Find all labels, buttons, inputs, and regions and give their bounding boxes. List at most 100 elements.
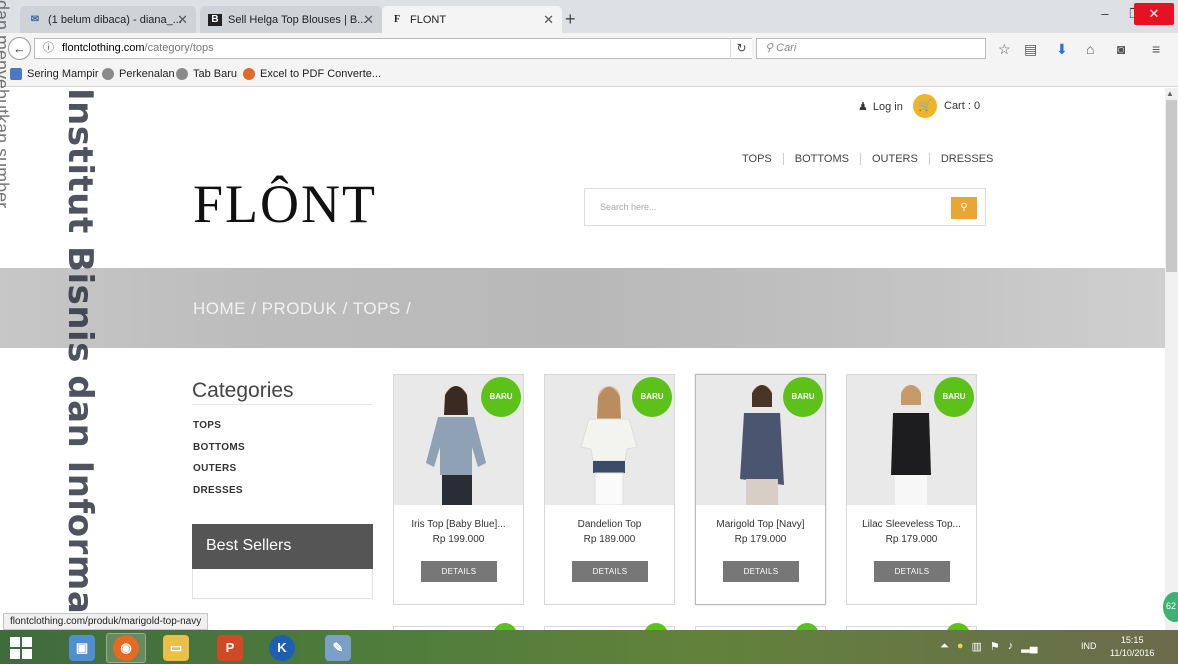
taskbar-app-media[interactable]: ▣ [62, 633, 102, 663]
category-dresses[interactable]: DRESSES [193, 485, 243, 496]
cart-icon[interactable]: 🛒 [913, 94, 937, 118]
main-nav: TOPS BOTTOMS OUTERS DRESSES [742, 153, 1004, 165]
watermark-text: Institut Bisnis dan Informatika [60, 88, 100, 664]
bookmark-sering-mampir[interactable]: Sering Mampir [10, 68, 99, 80]
bookmarks-bar: Sering Mampir Perkenalan Tab Baru Excel … [0, 63, 1178, 87]
product-card[interactable]: BARU Marigold Top [Navy] Rp 179.000 DETA… [695, 374, 826, 605]
status-bar-url: flontclothing.com/produk/marigold-top-na… [3, 613, 209, 630]
bookmark-excel-to-pdf[interactable]: Excel to PDF Converte... [243, 68, 381, 80]
firefox-icon: ◉ [113, 635, 139, 661]
new-badge-partial [493, 623, 517, 630]
browser-tab-flont[interactable]: F FLONT ✕ [382, 6, 562, 33]
browser-tab-bar: ✉ (1 belum dibaca) - diana_... ✕ B Sell … [0, 0, 1178, 33]
new-badge: BARU [783, 377, 823, 417]
network-icon[interactable]: ▥ [971, 640, 981, 653]
product-card[interactable]: BARU Dandelion Top Rp 189.000 DETAILS [544, 374, 675, 605]
browser-tab-mail[interactable]: ✉ (1 belum dibaca) - diana_... ✕ [20, 6, 196, 33]
taskbar-app-k[interactable]: K [262, 633, 302, 663]
product-name[interactable]: Iris Top [Baby Blue]... [394, 519, 523, 530]
product-image[interactable]: BARU [847, 375, 976, 505]
taskbar-app-explorer[interactable]: ▭ [156, 633, 196, 663]
categories-title: Categories [192, 379, 294, 402]
close-icon[interactable]: ✕ [543, 12, 554, 28]
product-price: Rp 189.000 [583, 534, 636, 545]
product-name[interactable]: Lilac Sleeveless Top... [847, 519, 976, 530]
new-badge-partial [946, 623, 970, 630]
globe-icon [176, 68, 188, 80]
scrollbar-thumb[interactable] [1166, 100, 1177, 272]
taskbar-app-firefox[interactable]: ◉ [106, 633, 146, 663]
reload-icon[interactable]: ↻ [730, 38, 752, 59]
k-app-icon: K [269, 635, 295, 661]
new-badge: BARU [481, 377, 521, 417]
address-bar[interactable]: ⓘ flontclothing.com/category/tops [34, 38, 752, 59]
product-name[interactable]: Dandelion Top [545, 519, 674, 530]
reading-list-icon[interactable]: ▤ [1024, 41, 1037, 58]
tray-app-icon[interactable]: ● [957, 640, 964, 653]
close-icon[interactable]: ✕ [363, 12, 374, 28]
category-bottoms[interactable]: BOTTOMS [193, 442, 245, 453]
windows-start-icon[interactable] [10, 637, 32, 659]
scroll-up-arrow-icon[interactable]: ▲ [1166, 89, 1174, 98]
powerpoint-icon: P [217, 635, 243, 661]
bookmark-label: Excel to PDF Converte... [260, 68, 382, 80]
login-label: Log in [872, 100, 903, 113]
taskbar-app-powerpoint[interactable]: P [210, 633, 250, 663]
category-tops[interactable]: TOPS [193, 420, 221, 431]
site-search-field[interactable]: Search here... ⚲ [584, 188, 986, 226]
breadcrumb[interactable]: HOME / PRODUK / TOPS / [193, 299, 411, 319]
download-icon[interactable]: ⬇ [1056, 41, 1068, 58]
product-image[interactable]: BARU [696, 375, 825, 505]
watermark-side-text: dan menyebutkan sumber. [0, 0, 12, 213]
nav-bottoms[interactable]: BOTTOMS [782, 153, 860, 165]
taskbar: ▣ ◉ ▭ P K ✎ ⏶ ● ▥ ⚑ ♪ ▂▄ [0, 630, 1178, 664]
bookmark-perkenalan[interactable]: Perkenalan [102, 68, 175, 80]
browser-search-input[interactable]: ⚲ Cari [756, 38, 986, 59]
category-outers[interactable]: OUTERS [193, 463, 236, 474]
search-button[interactable]: ⚲ [951, 197, 977, 219]
tray-arrow-icon[interactable]: ⏶ [940, 640, 949, 653]
volume-icon[interactable]: ♪ [1008, 640, 1014, 653]
product-image[interactable]: BARU [394, 375, 523, 505]
browser-search-placeholder: Cari [776, 42, 797, 54]
b-icon: B [208, 13, 222, 26]
tab-title: (1 belum dibaca) - diana_... [48, 13, 182, 26]
cart-link[interactable]: Cart : 0 [944, 100, 980, 112]
converter-icon [243, 68, 255, 80]
taskbar-app-paint[interactable]: ✎ [318, 633, 358, 663]
home-icon[interactable]: ⌂ [1086, 41, 1094, 57]
site-logo[interactable]: FLÔNT [193, 173, 377, 235]
search-icon: ⚲ [765, 42, 774, 54]
tab-title: FLONT [410, 13, 447, 26]
folder-icon: ▭ [163, 635, 189, 661]
bookmark-star-icon[interactable]: ☆ [998, 41, 1011, 58]
details-button[interactable]: DETAILS [421, 561, 497, 582]
flag-icon[interactable]: ⚑ [990, 640, 1000, 653]
product-price: Rp 179.000 [734, 534, 787, 545]
bookmark-tab-baru[interactable]: Tab Baru [176, 68, 237, 80]
new-tab-plus-icon[interactable]: + [565, 9, 576, 30]
details-button[interactable]: DETAILS [723, 561, 799, 582]
pocket-icon[interactable]: ◙ [1117, 41, 1125, 57]
details-button[interactable]: DETAILS [572, 561, 648, 582]
close-icon[interactable]: ✕ [177, 12, 188, 28]
product-name[interactable]: Marigold Top [Navy] [696, 519, 825, 530]
signal-icon[interactable]: ▂▄ [1021, 640, 1037, 653]
new-badge: BARU [934, 377, 974, 417]
site-search-placeholder: Search here... [600, 202, 657, 212]
product-card[interactable]: BARU Lilac Sleeveless Top... Rp 179.000 … [846, 374, 977, 605]
nav-dresses[interactable]: DRESSES [928, 153, 1005, 165]
website-viewport: ♟ Log in 🛒 Cart : 0 FLÔNT TOPS BOTTOMS O… [0, 88, 1165, 630]
minimize-icon[interactable]: – [1090, 3, 1120, 25]
taskbar-clock[interactable]: 15:15 11/10/2016 [1110, 634, 1154, 660]
browser-tab-helga[interactable]: B Sell Helga Top Blouses | B... ✕ [200, 6, 382, 33]
nav-outers[interactable]: OUTERS [859, 153, 929, 165]
menu-icon[interactable]: ≡ [1152, 41, 1160, 57]
nav-tops[interactable]: TOPS [742, 153, 783, 165]
language-indicator[interactable]: IND [1081, 641, 1097, 651]
product-card[interactable]: BARU Iris Top [Baby Blue]... Rp 199.000 … [393, 374, 524, 605]
login-link[interactable]: ♟ Log in [858, 100, 903, 114]
window-close-icon[interactable]: ✕ [1134, 3, 1174, 25]
details-button[interactable]: DETAILS [874, 561, 950, 582]
product-image[interactable]: BARU [545, 375, 674, 505]
